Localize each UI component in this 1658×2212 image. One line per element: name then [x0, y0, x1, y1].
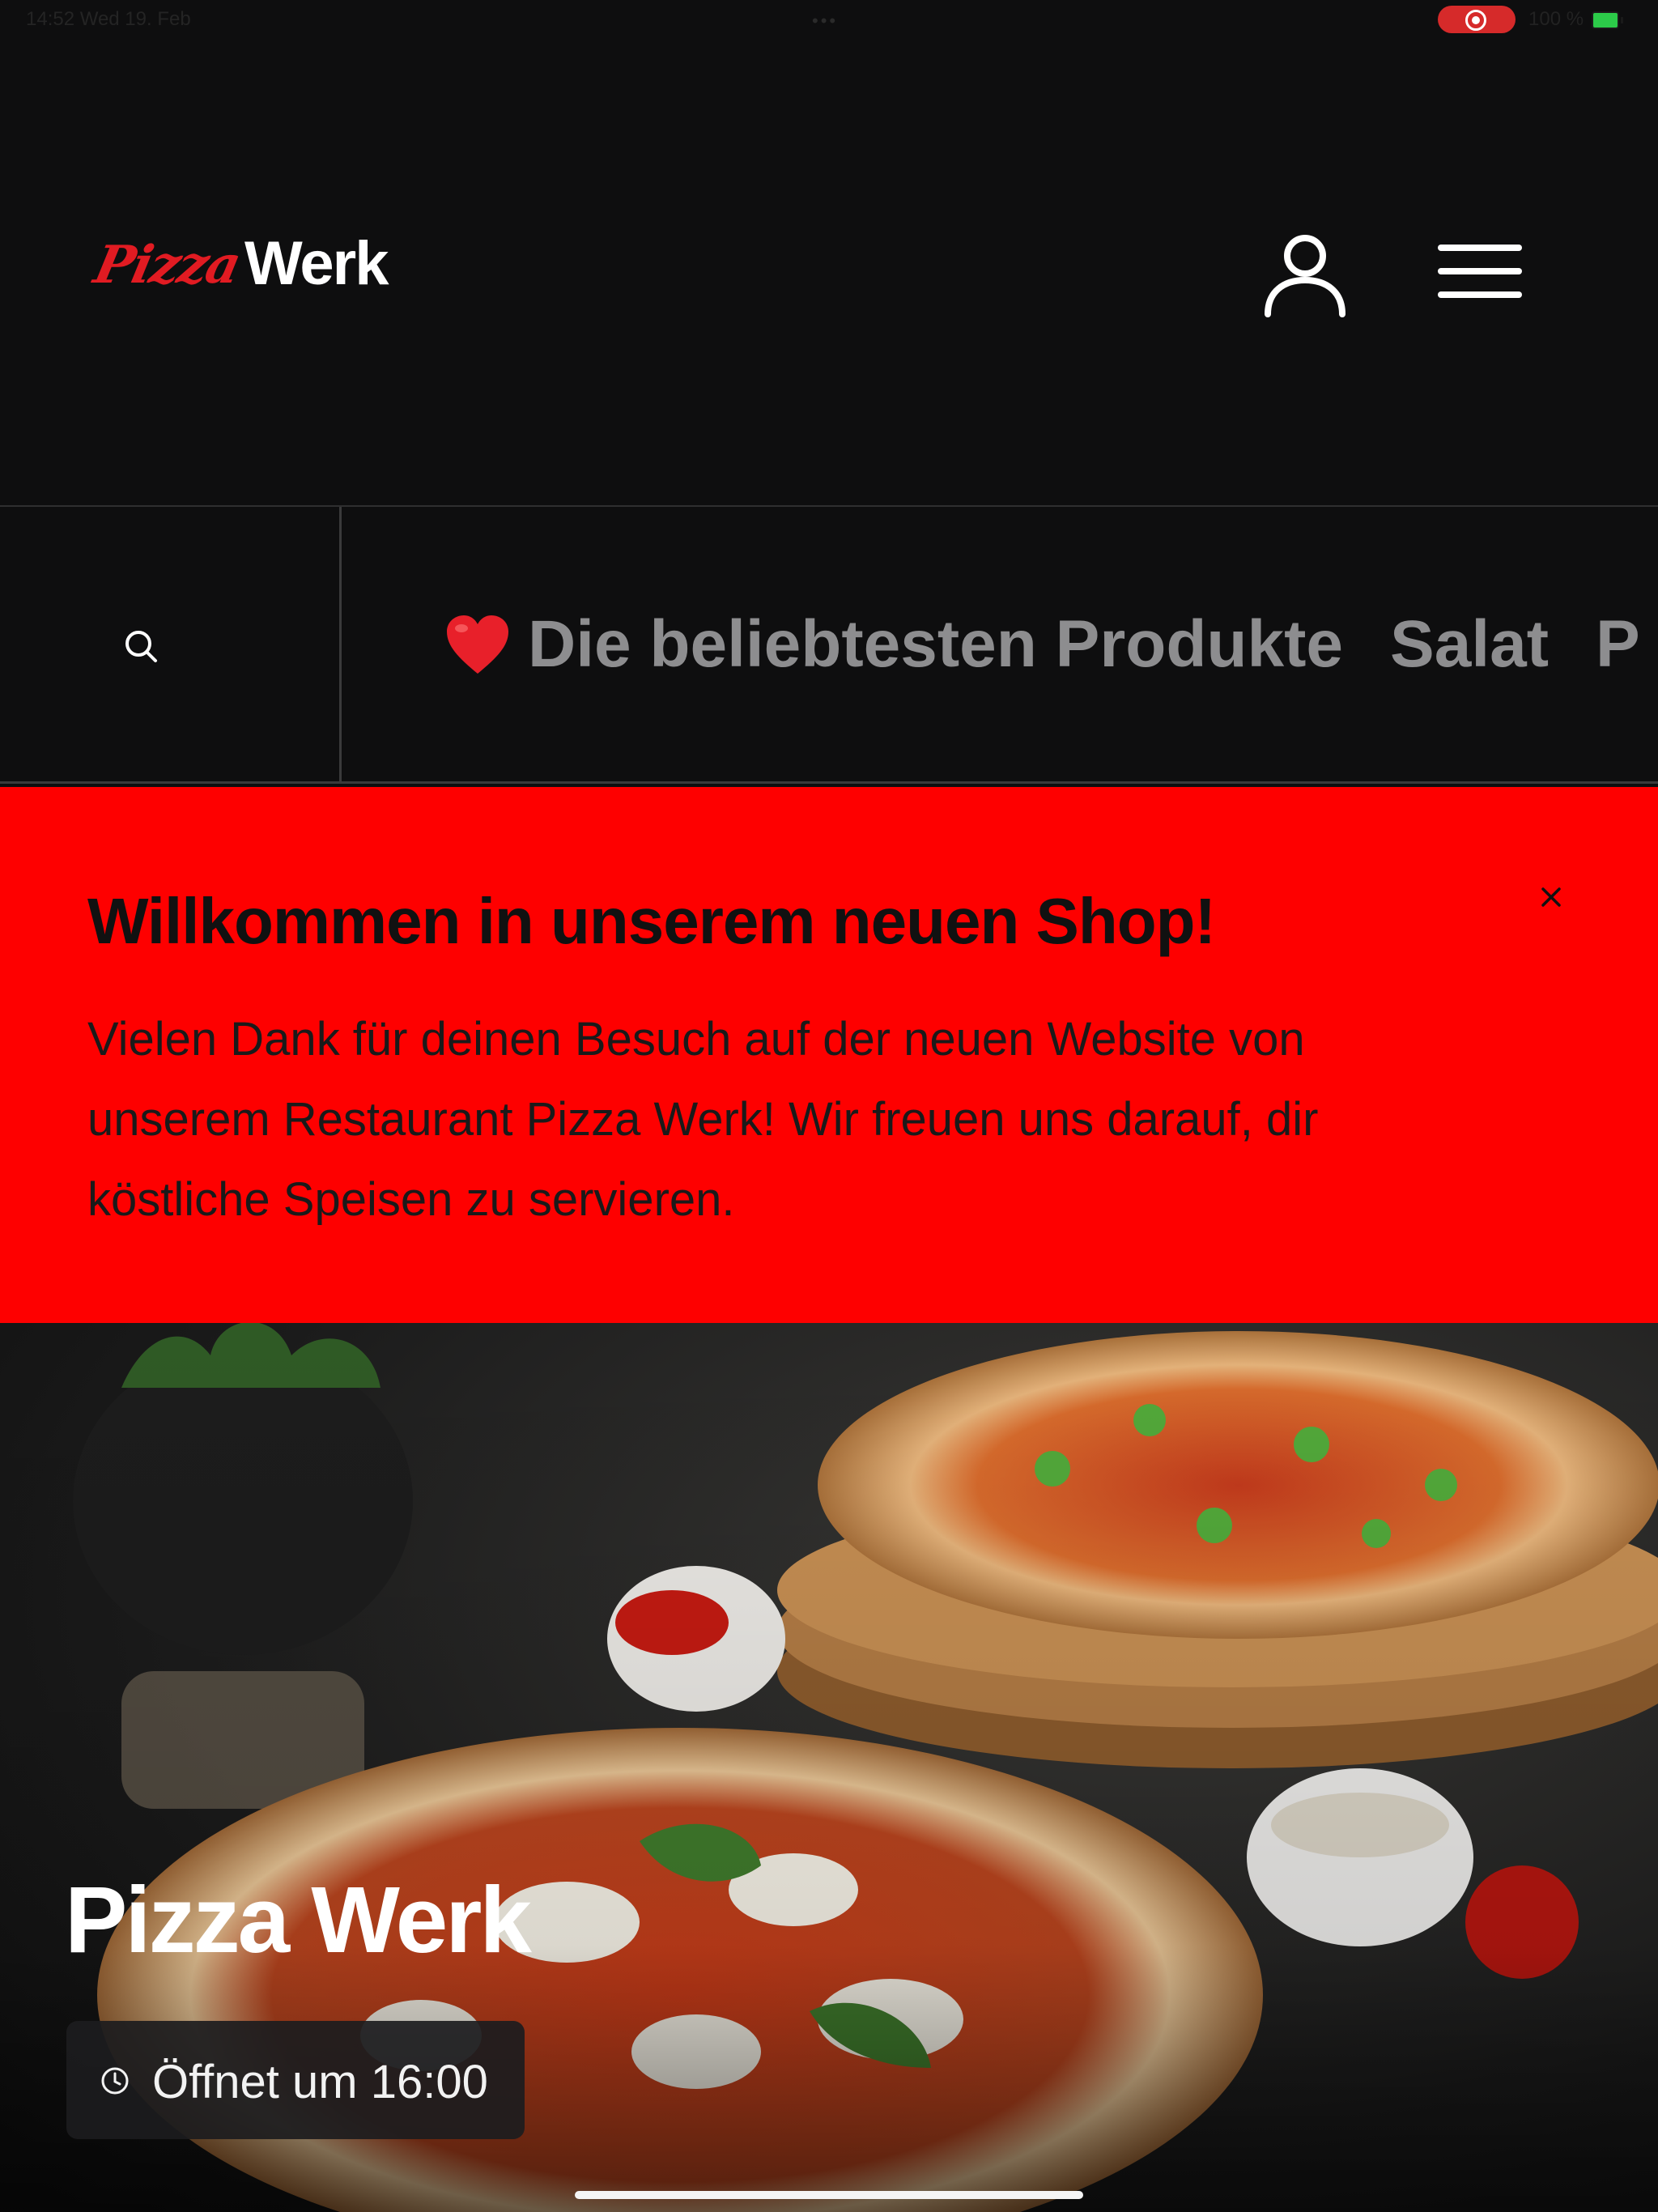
screen-recording-icon: [1438, 6, 1516, 33]
banner-message: Vielen Dank für deinen Besuch auf der ne…: [87, 1013, 1319, 1226]
battery-icon: [1592, 11, 1623, 29]
category-tab-next[interactable]: P: [1596, 606, 1640, 683]
category-tab-label: Salat: [1390, 607, 1550, 681]
hamburger-icon: [1438, 245, 1522, 298]
banner-close-button[interactable]: [1535, 881, 1567, 913]
restaurant-name: Pizza Werk: [65, 1867, 532, 1972]
heart-icon: [447, 615, 508, 674]
account-button[interactable]: [1260, 228, 1350, 319]
category-tab-label: Die beliebtesten Produkte: [528, 607, 1344, 681]
banner-title: Willkommen in unserem neuen Shop!: [87, 885, 1216, 957]
category-tab-label: P: [1596, 607, 1640, 681]
multitasking-dots: •••: [812, 11, 839, 31]
search-icon: [125, 631, 157, 662]
opening-hours-badge: Öffnet um 16:00: [66, 2021, 525, 2139]
clock-icon: [101, 2067, 129, 2095]
opening-time: Öffnet um 16:00: [152, 2056, 488, 2108]
close-icon: [1541, 887, 1561, 907]
logo-script-text: Pizza: [89, 235, 245, 296]
logo-word-text: Werk: [244, 229, 389, 298]
category-bar: Die beliebtesten Produkte Salat P: [0, 505, 1658, 784]
status-time: 14:52 Wed 19. Feb: [26, 8, 191, 30]
status-bar: 14:52 Wed 19. Feb ••• 100 %: [0, 0, 1658, 40]
battery-percentage: 100 %: [1528, 8, 1584, 30]
category-tabs: Die beliebtesten Produkte Salat P: [444, 507, 1658, 782]
search-button[interactable]: [0, 507, 342, 782]
menu-button[interactable]: [1438, 241, 1522, 301]
home-indicator[interactable]: [575, 2191, 1083, 2199]
category-tab-popular[interactable]: Die beliebtesten Produkte: [444, 606, 1343, 683]
pizza-werk-logo[interactable]: Pizza Werk: [89, 228, 389, 301]
user-icon: [1265, 235, 1346, 317]
category-tab-salat[interactable]: Salat: [1390, 606, 1549, 683]
